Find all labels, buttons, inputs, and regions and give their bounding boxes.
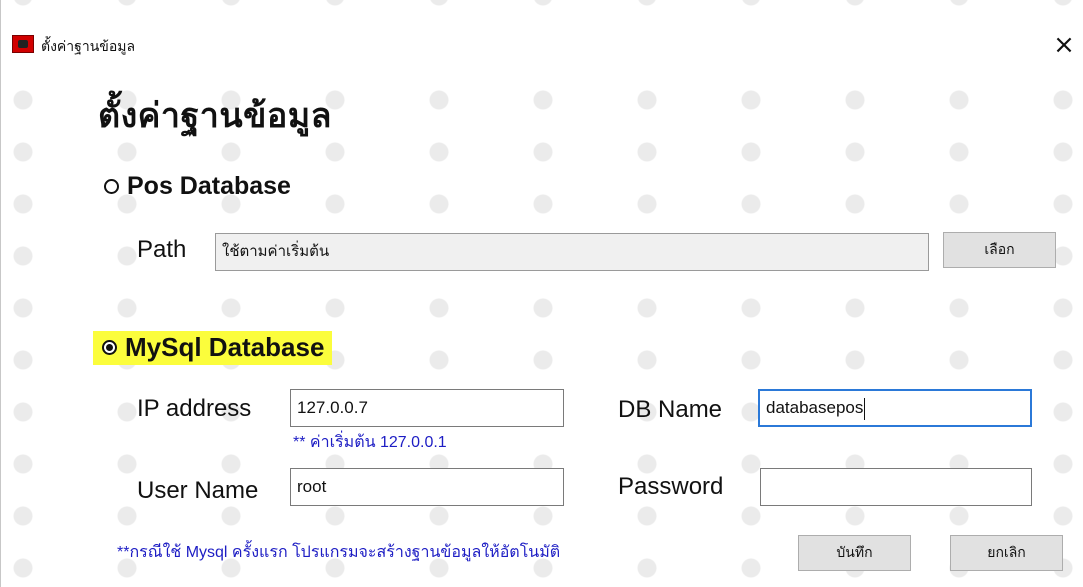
radio-mysql-database[interactable]: MySql Database: [93, 331, 333, 365]
path-label: Path: [137, 236, 187, 263]
radio-unchecked-icon[interactable]: [104, 179, 119, 194]
text-caret: [864, 397, 866, 420]
path-field[interactable]: ใช้ตามค่าเริ่มต้น: [215, 233, 929, 271]
db-name-field[interactable]: databasepos: [758, 389, 1032, 427]
page-title: ตั้งค่าฐานข้อมูล: [98, 96, 333, 136]
username-field[interactable]: root: [290, 468, 564, 506]
ip-address-label: IP address: [137, 395, 252, 422]
password-field[interactable]: [760, 468, 1032, 506]
close-button[interactable]: ×: [1044, 26, 1083, 64]
radio-pos-database[interactable]: Pos Database: [104, 172, 291, 201]
ip-address-field[interactable]: 127.0.0.7: [290, 389, 564, 427]
db-name-value: databasepos: [766, 398, 864, 417]
radio-mysql-database-label: MySql Database: [125, 331, 325, 362]
username-label: User Name: [137, 477, 259, 504]
browse-button[interactable]: เลือก: [943, 232, 1056, 268]
title-bar: ตั้งค่าฐานข้อมูล ×: [1, 8, 1083, 64]
settings-dialog: ตั้งค่าฐานข้อมูล × ตั้งค่าฐานข้อมูล Pos …: [0, 0, 1083, 587]
window-title: ตั้งค่าฐานข้อมูล: [41, 39, 136, 55]
save-button[interactable]: บันทึก: [798, 535, 911, 571]
radio-checked-icon[interactable]: [102, 339, 117, 355]
cancel-button[interactable]: ยกเลิก: [950, 535, 1063, 571]
db-name-label: DB Name: [618, 396, 723, 423]
app-icon: [12, 35, 34, 53]
password-label: Password: [618, 473, 724, 500]
radio-pos-database-label: Pos Database: [127, 172, 291, 200]
ip-default-hint: ** ค่าเริ่มต้น 127.0.0.1: [293, 434, 447, 451]
first-use-note: **กรณีใช้ Mysql ครั้งแรก โปรแกรมจะสร้างฐ…: [117, 544, 561, 561]
